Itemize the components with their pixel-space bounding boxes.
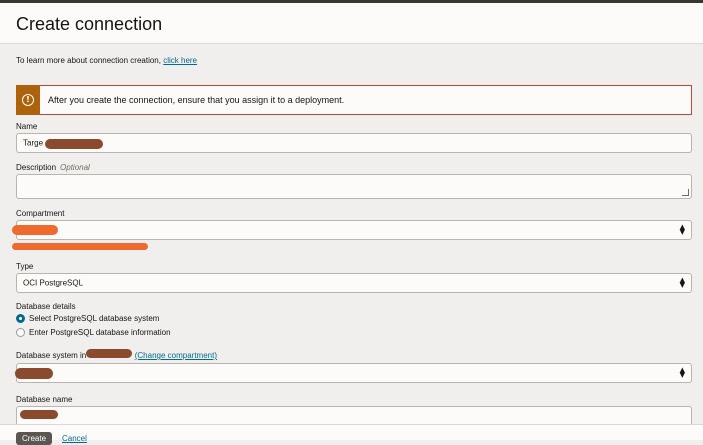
database-name-label: Database name — [16, 395, 73, 404]
redaction-mark — [12, 243, 148, 250]
select-chevron-icon: ▲ ▼ — [679, 276, 685, 289]
warning-alert: ! After you create the connection, ensur… — [16, 85, 692, 115]
radio-select-db-system[interactable]: Select PostgreSQL database system — [16, 314, 159, 323]
database-system-label-text: Database system in — [16, 351, 87, 360]
footer-bar: Create Cancel — [0, 424, 703, 445]
select-chevron-icon: ▲ ▼ — [679, 223, 685, 236]
type-label: Type — [16, 262, 34, 271]
intro-label: To learn more about connection creation, — [16, 56, 161, 65]
type-value: OCI PostgreSQL — [23, 278, 84, 288]
redaction-mark — [86, 349, 132, 358]
compartment-select[interactable]: ▲ ▼ — [16, 220, 692, 240]
resize-handle-icon[interactable] — [682, 189, 689, 196]
radio-unselected-icon[interactable] — [16, 328, 25, 337]
click-here-link[interactable]: click here — [163, 56, 197, 65]
description-label: Description Optional — [16, 163, 90, 172]
name-label: Name — [16, 122, 38, 131]
warning-icon: ! — [22, 94, 34, 106]
radio-selected-icon[interactable] — [16, 314, 25, 323]
radio-enter-db-info[interactable]: Enter PostgreSQL database information — [16, 328, 171, 337]
database-details-label: Database details — [16, 302, 76, 311]
description-label-text: Description — [16, 163, 57, 172]
redaction-mark — [12, 225, 58, 235]
optional-tag: Optional — [60, 163, 90, 172]
database-system-select[interactable]: ▲ ▼ — [16, 363, 692, 383]
redaction-mark — [45, 139, 103, 149]
warning-message: After you create the connection, ensure … — [48, 95, 345, 105]
page-title: Create connection — [16, 14, 163, 34]
panel-header: Create connection — [0, 3, 703, 44]
name-value: Targe — [23, 138, 44, 148]
change-compartment-link[interactable]: (Change compartment) — [135, 351, 217, 360]
intro-text: To learn more about connection creation,… — [16, 56, 197, 65]
radio-label: Enter PostgreSQL database information — [29, 328, 171, 337]
database-name-input[interactable] — [16, 406, 692, 426]
redaction-mark — [20, 410, 58, 419]
select-chevron-icon: ▲ ▼ — [679, 366, 685, 379]
radio-label: Select PostgreSQL database system — [29, 314, 160, 323]
compartment-label: Compartment — [16, 209, 65, 218]
name-input[interactable]: Targe — [16, 133, 692, 153]
type-select[interactable]: OCI PostgreSQL ▲ ▼ — [16, 273, 692, 293]
warning-icon-bar: ! — [16, 85, 40, 115]
redaction-mark — [15, 368, 53, 379]
description-textarea[interactable] — [16, 174, 692, 199]
